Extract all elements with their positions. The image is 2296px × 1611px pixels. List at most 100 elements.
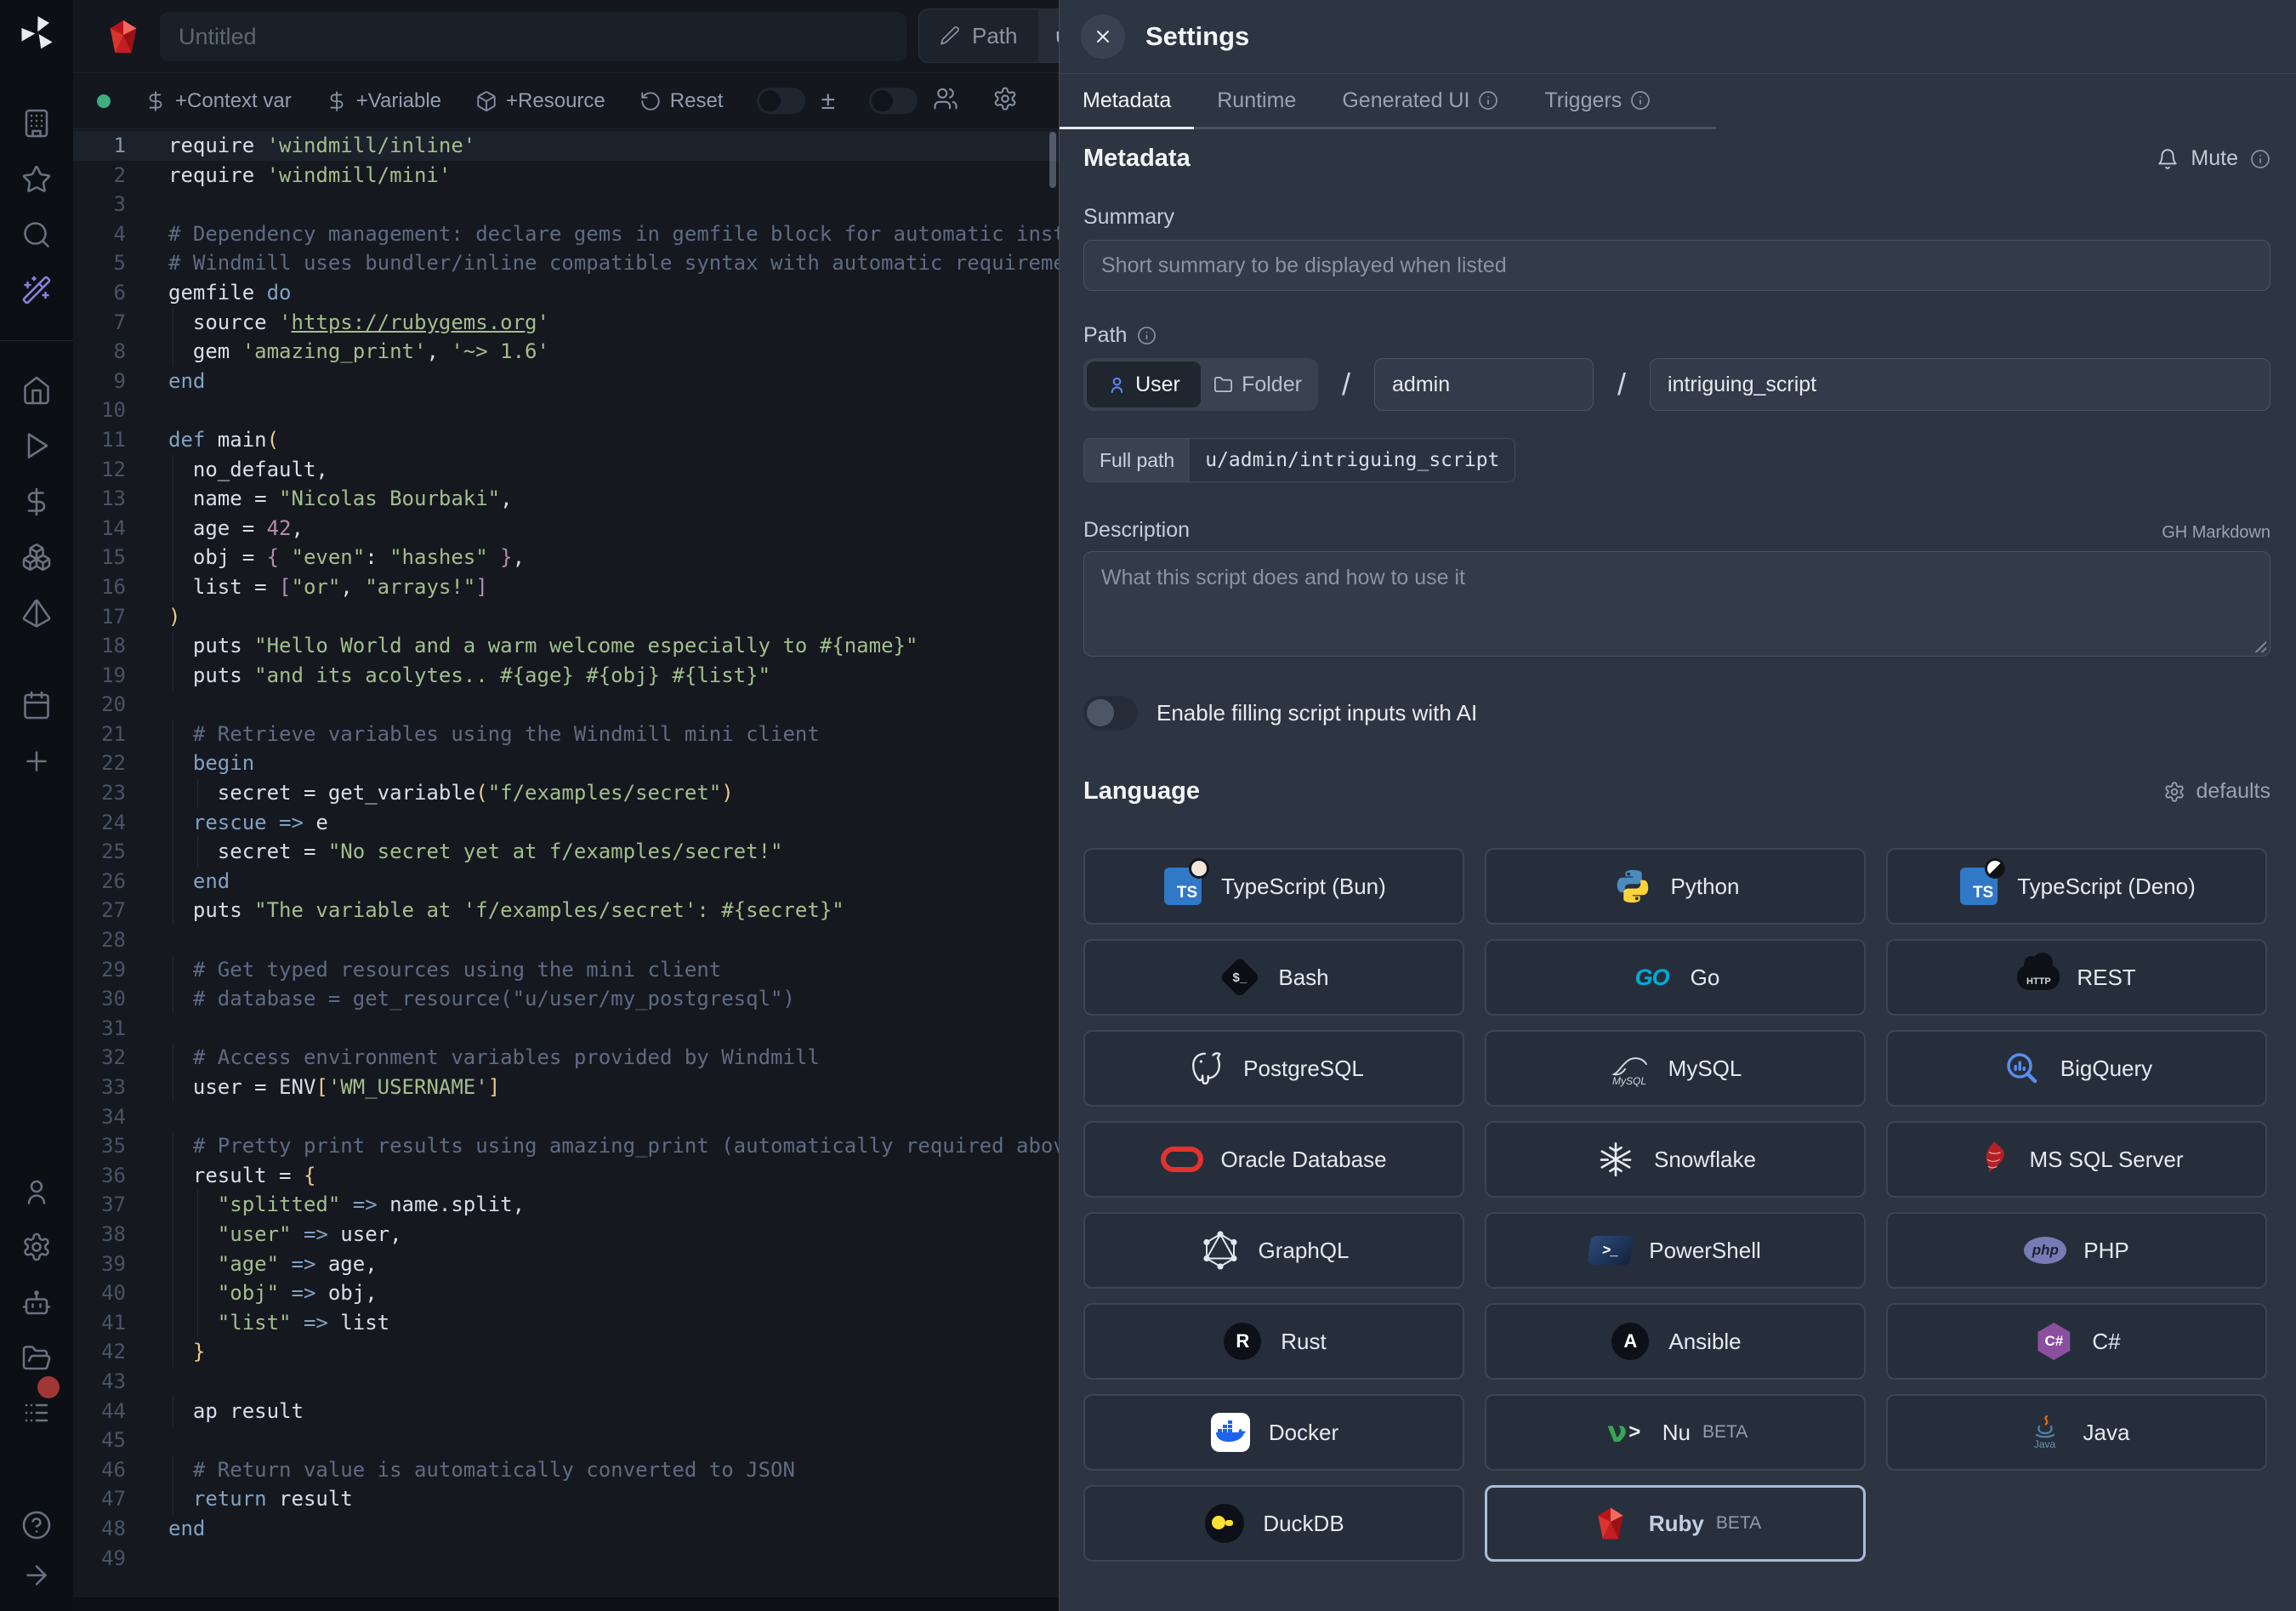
language-card-ruby[interactable]: RubyBETA xyxy=(1485,1485,1866,1562)
code-line-1[interactable]: 1require 'windmill/inline' xyxy=(73,131,1059,161)
language-card-docker[interactable]: Docker xyxy=(1083,1394,1464,1471)
code-line-16[interactable]: 16 list = ["or", "arrays!"] xyxy=(73,572,1059,602)
user-icon[interactable] xyxy=(21,1176,52,1207)
path-owner-input[interactable]: admin xyxy=(1374,358,1594,411)
code-line-14[interactable]: 14 age = 42, xyxy=(73,514,1059,544)
code-line-47[interactable]: 47 return result xyxy=(73,1484,1059,1514)
runs-play-icon[interactable] xyxy=(21,430,52,461)
summary-input[interactable]: Short summary to be displayed when liste… xyxy=(1083,240,2270,291)
language-card-graphql[interactable]: GraphQL xyxy=(1083,1212,1464,1289)
script-title-input[interactable]: Untitled xyxy=(160,12,906,61)
workspace-icon[interactable] xyxy=(21,108,52,139)
code-line-39[interactable]: 39 "age" => age, xyxy=(73,1250,1059,1279)
code-line-7[interactable]: 7 source 'https://rubygems.org' xyxy=(73,308,1059,338)
code-line-44[interactable]: 44 ap result xyxy=(73,1397,1059,1426)
help-icon[interactable] xyxy=(21,1510,52,1540)
code-line-9[interactable]: 9end xyxy=(73,367,1059,396)
variables-dollar-icon[interactable] xyxy=(21,487,52,517)
code-line-35[interactable]: 35 # Pretty print results using amazing_… xyxy=(73,1131,1059,1161)
windmill-logo-icon[interactable] xyxy=(17,14,56,53)
code-line-24[interactable]: 24 rescue => e xyxy=(73,808,1059,838)
code-line-10[interactable]: 10 xyxy=(73,396,1059,425)
settings-gear-icon[interactable] xyxy=(21,1232,52,1262)
path-name-input[interactable]: intriguing_script xyxy=(1650,358,2270,411)
tab-triggers[interactable]: Triggers xyxy=(1521,74,1674,127)
tab-runtime[interactable]: Runtime xyxy=(1194,74,1319,127)
mute-button[interactable]: Mute xyxy=(2157,146,2270,171)
code-line-6[interactable]: 6gemfile do xyxy=(73,278,1059,308)
add-context-var-button[interactable]: +Context var xyxy=(145,89,292,113)
language-card-postgresql[interactable]: PostgreSQL xyxy=(1083,1030,1464,1107)
close-button[interactable] xyxy=(1081,14,1125,59)
user-segment-button[interactable]: User xyxy=(1087,361,1201,407)
code-line-37[interactable]: 37 "splitted" => name.split, xyxy=(73,1190,1059,1220)
tab-metadata[interactable]: Metadata xyxy=(1060,74,1194,127)
code-line-49[interactable]: 49 xyxy=(73,1544,1059,1574)
code-line-41[interactable]: 41 "list" => list xyxy=(73,1308,1059,1338)
language-card-powershell[interactable]: >_PowerShell xyxy=(1485,1212,1866,1289)
language-card-oracle-database[interactable]: Oracle Database xyxy=(1083,1121,1464,1198)
code-line-15[interactable]: 15 obj = { "even": "hashes" }, xyxy=(73,543,1059,572)
code-line-5[interactable]: 5# Windmill uses bundler/inline compatib… xyxy=(73,248,1059,278)
code-line-17[interactable]: 17) xyxy=(73,602,1059,632)
code-line-34[interactable]: 34 xyxy=(73,1102,1059,1132)
language-card-mysql[interactable]: MySQLMySQL xyxy=(1485,1030,1866,1107)
language-card-python[interactable]: Python xyxy=(1485,848,1866,925)
code-line-18[interactable]: 18 puts "Hello World and a warm welcome … xyxy=(73,631,1059,661)
description-textarea[interactable]: What this script does and how to use it xyxy=(1083,551,2270,657)
language-card-duckdb[interactable]: DuckDB xyxy=(1083,1485,1464,1562)
expand-arrow-icon[interactable] xyxy=(21,1560,52,1591)
code-line-29[interactable]: 29 # Get typed resources using the mini … xyxy=(73,955,1059,985)
code-line-46[interactable]: 46 # Return value is automatically conve… xyxy=(73,1455,1059,1485)
code-line-30[interactable]: 30 # database = get_resource("u/user/my_… xyxy=(73,984,1059,1014)
code-editor[interactable]: 1require 'windmill/inline'2require 'wind… xyxy=(73,129,1059,1597)
language-card-snowflake[interactable]: Snowflake xyxy=(1485,1121,1866,1198)
search-icon[interactable] xyxy=(21,219,52,250)
tab-generated-ui[interactable]: Generated UI xyxy=(1319,74,1521,127)
language-card-java[interactable]: JavaJava xyxy=(1886,1394,2267,1471)
add-resource-button[interactable]: +Resource xyxy=(475,89,605,113)
code-line-42[interactable]: 42 } xyxy=(73,1337,1059,1367)
language-defaults-button[interactable]: defaults xyxy=(2163,779,2270,804)
favorites-star-icon[interactable] xyxy=(21,164,52,195)
reset-button[interactable]: Reset xyxy=(639,89,724,113)
language-card-go[interactable]: GOGo xyxy=(1485,939,1866,1016)
diff-mode-toggle[interactable] xyxy=(757,88,805,114)
add-variable-button[interactable]: +Variable xyxy=(326,89,441,113)
code-line-19[interactable]: 19 puts "and its acolytes.. #{age} #{obj… xyxy=(73,661,1059,691)
code-line-20[interactable]: 20 xyxy=(73,690,1059,720)
ai-bot-icon[interactable] xyxy=(21,1288,52,1318)
language-card-php[interactable]: phpPHP xyxy=(1886,1212,2267,1289)
code-line-28[interactable]: 28 xyxy=(73,925,1059,955)
code-line-11[interactable]: 11def main( xyxy=(73,425,1059,455)
ai-wand-icon[interactable] xyxy=(21,275,52,305)
folder-segment-button[interactable]: Folder xyxy=(1201,361,1315,407)
code-line-26[interactable]: 26 end xyxy=(73,867,1059,897)
code-line-33[interactable]: 33 user = ENV['WM_USERNAME'] xyxy=(73,1073,1059,1102)
language-card-rest[interactable]: HTTPREST xyxy=(1886,939,2267,1016)
editor-settings-gear-icon[interactable] xyxy=(992,86,1018,116)
language-card-bash[interactable]: $_Bash xyxy=(1083,939,1464,1016)
language-card-bigquery[interactable]: BigQuery xyxy=(1886,1030,2267,1107)
code-line-22[interactable]: 22 begin xyxy=(73,749,1059,778)
resources-boxes-icon[interactable] xyxy=(21,542,52,572)
code-line-23[interactable]: 23 secret = get_variable("f/examples/sec… xyxy=(73,778,1059,808)
audit-logs-icon[interactable] xyxy=(21,1398,52,1428)
path-button[interactable]: Path u/admin/intriguing_script xyxy=(918,9,1059,63)
folders-icon[interactable] xyxy=(21,1343,52,1374)
code-line-38[interactable]: 38 "user" => user, xyxy=(73,1220,1059,1250)
ai-inputs-toggle[interactable] xyxy=(1083,696,1138,730)
language-card-ms-sql-server[interactable]: MS SQL Server xyxy=(1886,1121,2267,1198)
language-card-rust[interactable]: RRust xyxy=(1083,1303,1464,1380)
code-line-48[interactable]: 48end xyxy=(73,1514,1059,1544)
code-line-13[interactable]: 13 name = "Nicolas Bourbaki", xyxy=(73,484,1059,514)
code-line-25[interactable]: 25 secret = "No secret yet at f/examples… xyxy=(73,837,1059,867)
language-card-typescript-deno-[interactable]: TSTypeScript (Deno) xyxy=(1886,848,2267,925)
code-line-36[interactable]: 36 result = { xyxy=(73,1161,1059,1191)
code-line-21[interactable]: 21 # Retrieve variables using the Windmi… xyxy=(73,720,1059,749)
code-line-43[interactable]: 43 xyxy=(73,1367,1059,1397)
code-line-45[interactable]: 45 xyxy=(73,1426,1059,1455)
code-line-4[interactable]: 4# Dependency management: declare gems i… xyxy=(73,219,1059,249)
add-plus-icon[interactable] xyxy=(21,746,52,777)
code-line-12[interactable]: 12 no_default, xyxy=(73,455,1059,485)
